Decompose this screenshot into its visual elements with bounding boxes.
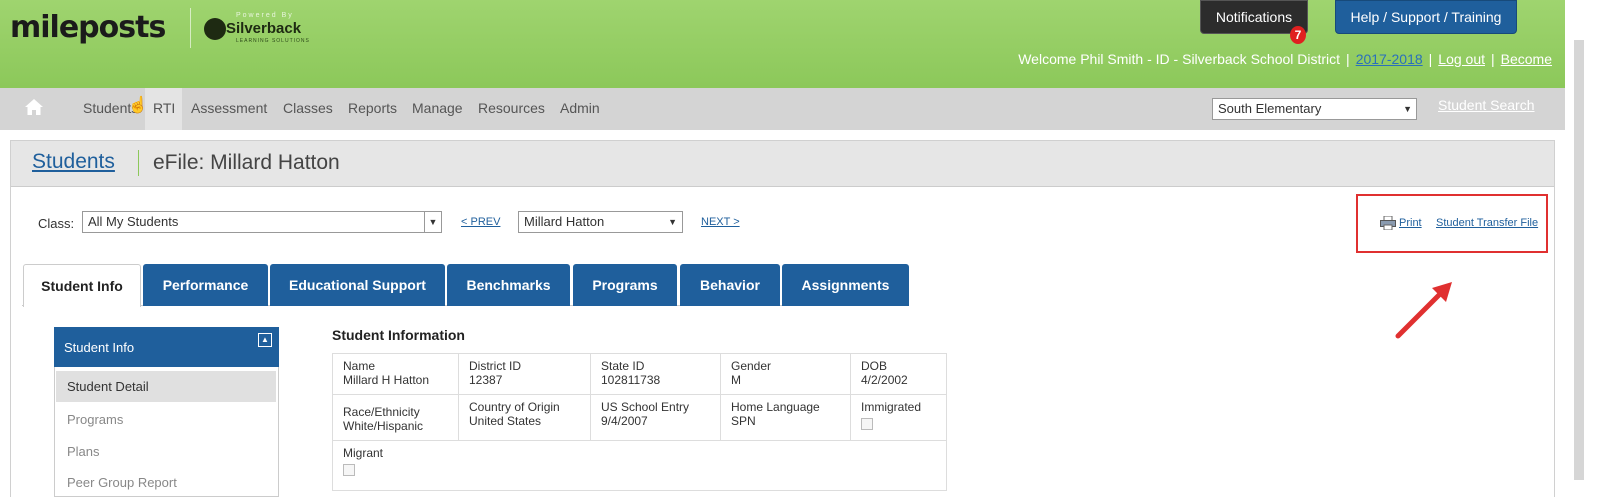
powered-by-text: Powered By [236, 12, 294, 19]
name-value: Millard H Hatton [343, 373, 430, 387]
nav-assessment[interactable]: Assessment [191, 88, 267, 130]
class-label: Class: [38, 216, 75, 231]
home-language-cell: Home Language SPN [720, 394, 851, 441]
sidebar-item-peer-group-report[interactable]: Peer Group Report [56, 467, 276, 498]
home-icon[interactable] [24, 98, 44, 116]
gender-label: Gender [731, 359, 772, 373]
help-label: Help / Support / Training [1350, 9, 1502, 25]
page-title: eFile: Millard Hatton [153, 151, 340, 174]
state-id-cell: State ID 102811738 [590, 353, 721, 395]
school-entry-value: 9/4/2007 [601, 414, 648, 428]
migrant-label: Migrant [343, 446, 384, 460]
dob-label: DOB [861, 359, 888, 373]
nav-resources[interactable]: Resources [478, 88, 545, 130]
notifications-count-badge: 7 [1290, 26, 1306, 44]
tab-label: Programs [592, 277, 658, 293]
migrant-checkbox [343, 464, 355, 476]
sidebar-title: Student Info [64, 340, 135, 355]
state-id-label: State ID [601, 359, 645, 373]
tab-student-info[interactable]: Student Info [23, 264, 141, 307]
dob-value: 4/2/2002 [861, 373, 908, 387]
notifications-label: Notifications [1215, 9, 1293, 25]
student-information-title: Student Information [332, 327, 465, 343]
student-select-value: Millard Hatton [524, 214, 605, 229]
logo-divider [190, 8, 191, 48]
school-select[interactable]: South Elementary ▼ [1212, 98, 1417, 120]
mileposts-logo[interactable]: mileposts [10, 10, 166, 45]
school-entry-label: US School Entry [601, 400, 690, 414]
gorilla-icon [204, 18, 226, 40]
name-cell: Name Millard H Hatton [332, 353, 459, 395]
country-label: Country of Origin [469, 400, 560, 414]
tab-label: Student Info [41, 278, 123, 294]
tab-label: Benchmarks [466, 277, 551, 293]
district-id-cell: District ID 12387 [458, 353, 591, 395]
tab-label: Behavior [700, 277, 760, 293]
next-student-link[interactable]: NEXT > [701, 216, 740, 228]
become-link[interactable]: Become [1501, 51, 1552, 67]
immigrated-cell: Immigrated [850, 394, 947, 441]
help-support-training-button[interactable]: Help / Support / Training [1335, 0, 1517, 34]
highlight-box [1356, 194, 1548, 253]
nav-reports[interactable]: Reports [348, 88, 397, 130]
hand-cursor-icon: ☝ [128, 97, 148, 114]
prev-student-link[interactable]: < PREV [461, 216, 500, 228]
welcome-row: Welcome Phil Smith - ID - Silverback Sch… [1018, 51, 1552, 67]
immigrated-label: Immigrated [861, 400, 922, 414]
sidebar-header[interactable]: Student Info [54, 327, 279, 367]
nav-classes[interactable]: Classes [283, 88, 333, 130]
dob-cell: DOB 4/2/2002 [850, 353, 947, 395]
tab-label: Performance [162, 277, 249, 293]
immigrated-checkbox [861, 418, 873, 430]
class-select-value: All My Students [88, 214, 179, 229]
scrollbar-thumb[interactable] [1574, 40, 1584, 480]
logout-link[interactable]: Log out [1438, 51, 1485, 67]
welcome-text: Welcome Phil Smith - ID - Silverback Sch… [1018, 51, 1341, 67]
home-language-label: Home Language [731, 400, 820, 414]
breadcrumb-divider [138, 150, 139, 176]
partner-sub: LEARNING SOLUTIONS [236, 38, 310, 44]
school-select-value: South Elementary [1218, 101, 1322, 116]
state-id-value: 102811738 [601, 373, 661, 387]
nav-rti[interactable]: RTI [145, 88, 182, 130]
chevron-down-icon: ▼ [1403, 104, 1412, 114]
nav-manage[interactable]: Manage [412, 88, 463, 130]
student-info-table: Name Millard H Hatton District ID 12387 St… [332, 353, 947, 491]
gender-value: M [731, 373, 741, 387]
student-search-link[interactable]: Student Search [1438, 97, 1535, 113]
race-label: Race/Ethnicity [343, 405, 420, 419]
district-id-value: 12387 [469, 373, 503, 387]
migrant-cell: Migrant [332, 440, 947, 491]
chevron-down-icon: ▼ [668, 217, 677, 227]
sidebar-item-plans[interactable]: Plans [56, 436, 276, 467]
chevron-down-icon: ▼ [424, 212, 441, 232]
tab-label: Assignments [801, 277, 890, 293]
partner-name: Silverback [226, 20, 302, 37]
name-label: Name [343, 359, 376, 373]
sidebar-item-programs[interactable]: Programs [56, 404, 276, 435]
school-entry-cell: US School Entry 9/4/2007 [590, 394, 721, 441]
nav-admin[interactable]: Admin [560, 88, 600, 130]
red-arrow-icon [1395, 282, 1452, 339]
district-id-label: District ID [469, 359, 521, 373]
country-cell: Country of Origin United States [458, 394, 591, 441]
tab-assignments[interactable]: Assignments [782, 264, 909, 306]
tab-behavior[interactable]: Behavior [680, 264, 780, 306]
gender-cell: Gender M [720, 353, 851, 395]
race-value: White/Hispanic [343, 419, 424, 433]
tab-benchmarks[interactable]: Benchmarks [447, 264, 570, 306]
tab-educational-support[interactable]: Educational Support [270, 264, 445, 306]
home-language-value: SPN [731, 414, 756, 428]
student-select[interactable]: Millard Hatton ▼ [518, 211, 683, 233]
tab-programs[interactable]: Programs [573, 264, 677, 306]
country-value: United States [469, 414, 542, 428]
school-year-link[interactable]: 2017-2018 [1356, 51, 1423, 67]
tab-label: Educational Support [289, 277, 426, 293]
class-select[interactable]: All My Students ▼ [82, 211, 442, 233]
race-cell: Race/Ethnicity White/Hispanic [332, 394, 459, 441]
tab-performance[interactable]: Performance [143, 264, 268, 306]
breadcrumb-students[interactable]: Students [32, 150, 115, 174]
collapse-icon[interactable]: ▲ [258, 333, 272, 347]
sidebar-item-student-detail[interactable]: Student Detail [56, 371, 276, 402]
